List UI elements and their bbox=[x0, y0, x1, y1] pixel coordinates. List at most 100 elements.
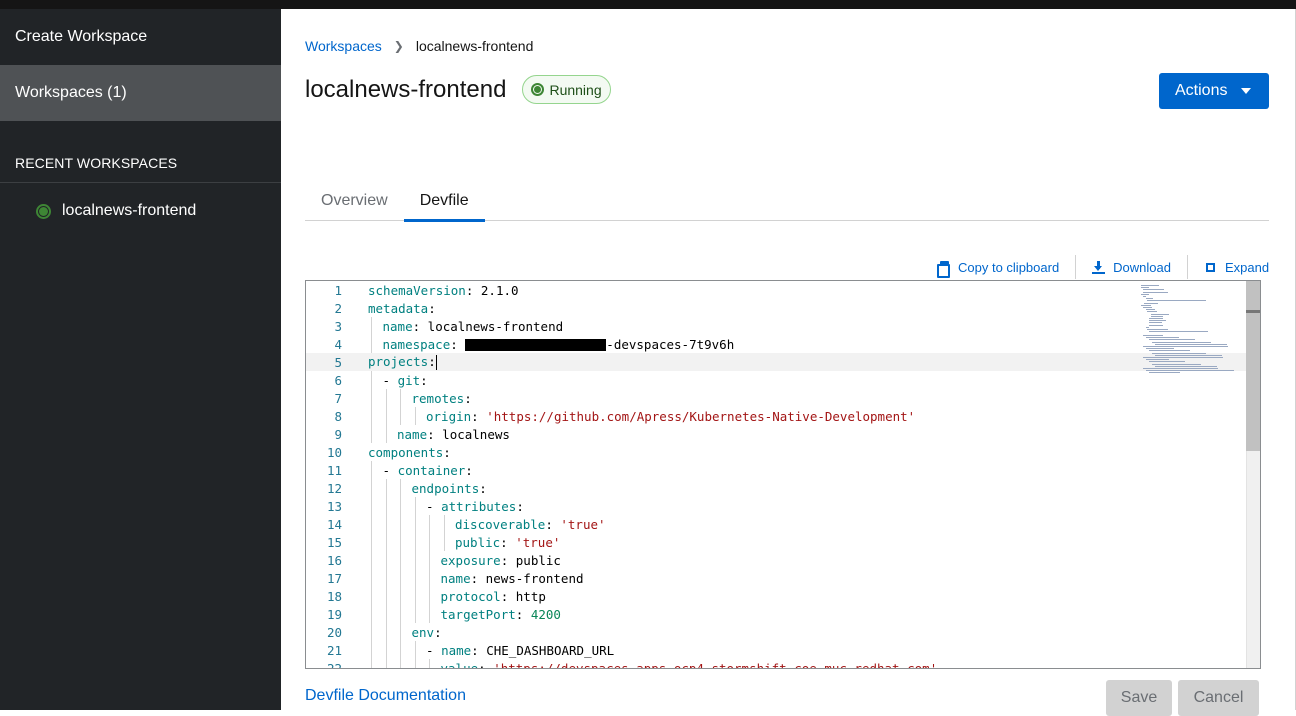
line-number: 3 bbox=[334, 318, 342, 334]
indent-guide bbox=[385, 605, 387, 623]
devfile-documentation-link[interactable]: Devfile Documentation bbox=[305, 687, 466, 705]
download-label: Download bbox=[1113, 259, 1171, 275]
minimap-line bbox=[1142, 307, 1152, 308]
status-badge: Running bbox=[522, 75, 611, 104]
minimap-line bbox=[1149, 372, 1180, 374]
save-button[interactable]: Save bbox=[1106, 680, 1172, 716]
code-text: targetPort: 4200 bbox=[440, 606, 561, 622]
code-text: endpoints: bbox=[411, 480, 487, 496]
code-line: 9 name: localnews bbox=[306, 425, 1246, 443]
code-line: 10 components: bbox=[306, 443, 1246, 461]
line-number: 12 bbox=[326, 480, 342, 496]
tab-devfile[interactable]: Devfile bbox=[403, 181, 485, 222]
line-number: 10 bbox=[326, 444, 342, 460]
minimap-line bbox=[1141, 304, 1151, 306]
tab-label: Overview bbox=[321, 192, 388, 209]
line-number: 7 bbox=[334, 390, 342, 406]
minimap-line bbox=[1146, 337, 1179, 339]
indent-guide bbox=[400, 587, 401, 605]
indent-guide bbox=[385, 479, 387, 497]
code-text: name: news-frontend bbox=[440, 570, 584, 586]
line-number: 9 bbox=[334, 426, 342, 442]
chevron-right-icon: ❯ bbox=[393, 39, 404, 53]
code-line: 1 schemaVersion: 2.1.0 bbox=[306, 281, 1246, 299]
breadcrumb-current: localnews-frontend bbox=[415, 38, 534, 54]
indent-guide bbox=[414, 533, 416, 551]
cancel-button[interactable]: Cancel bbox=[1178, 680, 1259, 716]
code-text: name: localnews bbox=[397, 426, 510, 442]
line-number: 21 bbox=[326, 642, 342, 658]
breadcrumb-workspaces-link[interactable]: Workspaces bbox=[305, 38, 382, 54]
indent-guide bbox=[385, 497, 387, 515]
code-text: exposure: public bbox=[440, 552, 561, 568]
indent-guide bbox=[371, 587, 372, 605]
editor-minimap[interactable] bbox=[1139, 281, 1246, 381]
indent-guide bbox=[429, 515, 430, 533]
indent-guide bbox=[414, 497, 416, 515]
sidebar-item-workspaces[interactable]: Workspaces (1) bbox=[0, 65, 281, 121]
copy-to-clipboard-button[interactable]: Copy to clipboard bbox=[921, 255, 1075, 279]
indent-guide bbox=[371, 623, 372, 641]
minimap-line bbox=[1149, 318, 1164, 319]
expand-label: Expand bbox=[1225, 259, 1270, 275]
code-line: 16 exposure: public bbox=[306, 551, 1246, 569]
tab-overview[interactable]: Overview bbox=[305, 181, 404, 221]
tab-bar: Overview Devfile bbox=[305, 181, 1269, 222]
indent-guide bbox=[371, 317, 372, 335]
minimap-line bbox=[1152, 363, 1201, 365]
text-cursor bbox=[435, 355, 437, 370]
minimap-line bbox=[1143, 335, 1163, 336]
code-text: value: 'https://devspaces.apps.ocp4.stor… bbox=[440, 660, 938, 669]
redacted-block bbox=[465, 339, 607, 351]
caret-down-icon bbox=[1241, 88, 1251, 94]
indent-guide bbox=[371, 371, 372, 389]
minimap-line bbox=[1145, 326, 1150, 328]
actions-label: Actions bbox=[1175, 82, 1228, 99]
minimap-line bbox=[1144, 302, 1158, 304]
indent-guide bbox=[414, 515, 416, 533]
line-number: 22 bbox=[326, 660, 342, 669]
line-number: 15 bbox=[326, 534, 342, 550]
indent-guide bbox=[385, 551, 387, 569]
indent-guide bbox=[400, 605, 401, 623]
minimap-line bbox=[1150, 315, 1164, 317]
indent-guide bbox=[400, 407, 401, 425]
minimap-line bbox=[1143, 368, 1218, 369]
code-line: 15 public: 'true' bbox=[306, 533, 1246, 551]
actions-dropdown-button[interactable]: Actions bbox=[1159, 73, 1269, 109]
minimap-line bbox=[1143, 357, 1223, 358]
indent-guide bbox=[385, 569, 387, 587]
editor-scrollbar[interactable] bbox=[1246, 281, 1260, 668]
scrollbar-thumb[interactable] bbox=[1246, 281, 1260, 451]
running-status-icon bbox=[531, 83, 545, 96]
expand-button[interactable]: Expand bbox=[1187, 255, 1285, 279]
minimap-line bbox=[1142, 296, 1147, 297]
minimap-line bbox=[1149, 339, 1195, 341]
indent-guide bbox=[400, 659, 401, 668]
download-button[interactable]: Download bbox=[1075, 255, 1187, 279]
code-line: 4 namespace: -devspaces-7t9v6h bbox=[306, 335, 1246, 353]
code-text: - attributes: bbox=[426, 498, 524, 514]
minimap-line bbox=[1141, 287, 1150, 289]
indent-guide bbox=[371, 497, 372, 515]
indent-guide bbox=[371, 389, 372, 407]
line-number: 20 bbox=[326, 624, 342, 640]
code-text: - name: CHE_DASHBOARD_URL bbox=[426, 642, 615, 658]
code-line: 20 env: bbox=[306, 623, 1246, 641]
recent-workspaces-heading: RECENT WORKSPACES bbox=[0, 121, 281, 183]
indent-guide bbox=[371, 533, 372, 551]
sidebar-item-create-workspace[interactable]: Create Workspace bbox=[0, 9, 281, 65]
code-line: 14 discoverable: 'true' bbox=[306, 515, 1246, 533]
indent-guide bbox=[400, 515, 401, 533]
line-number: 5 bbox=[334, 354, 342, 370]
devfile-code-editor[interactable]: 1 schemaVersion: 2.1.0 2 metadata: 3 name: lo… bbox=[305, 280, 1261, 669]
code-text: origin: 'https://github.com/Apress/Kuber… bbox=[426, 408, 916, 424]
line-number: 11 bbox=[326, 462, 342, 478]
indent-guide bbox=[429, 659, 430, 668]
line-number: 13 bbox=[326, 498, 342, 514]
recent-workspace-item[interactable]: localnews-frontend bbox=[0, 183, 281, 239]
minimap-line bbox=[1152, 341, 1211, 343]
indent-guide bbox=[400, 479, 401, 497]
minimap-line bbox=[1149, 331, 1209, 333]
code-text: - container: bbox=[382, 462, 473, 478]
